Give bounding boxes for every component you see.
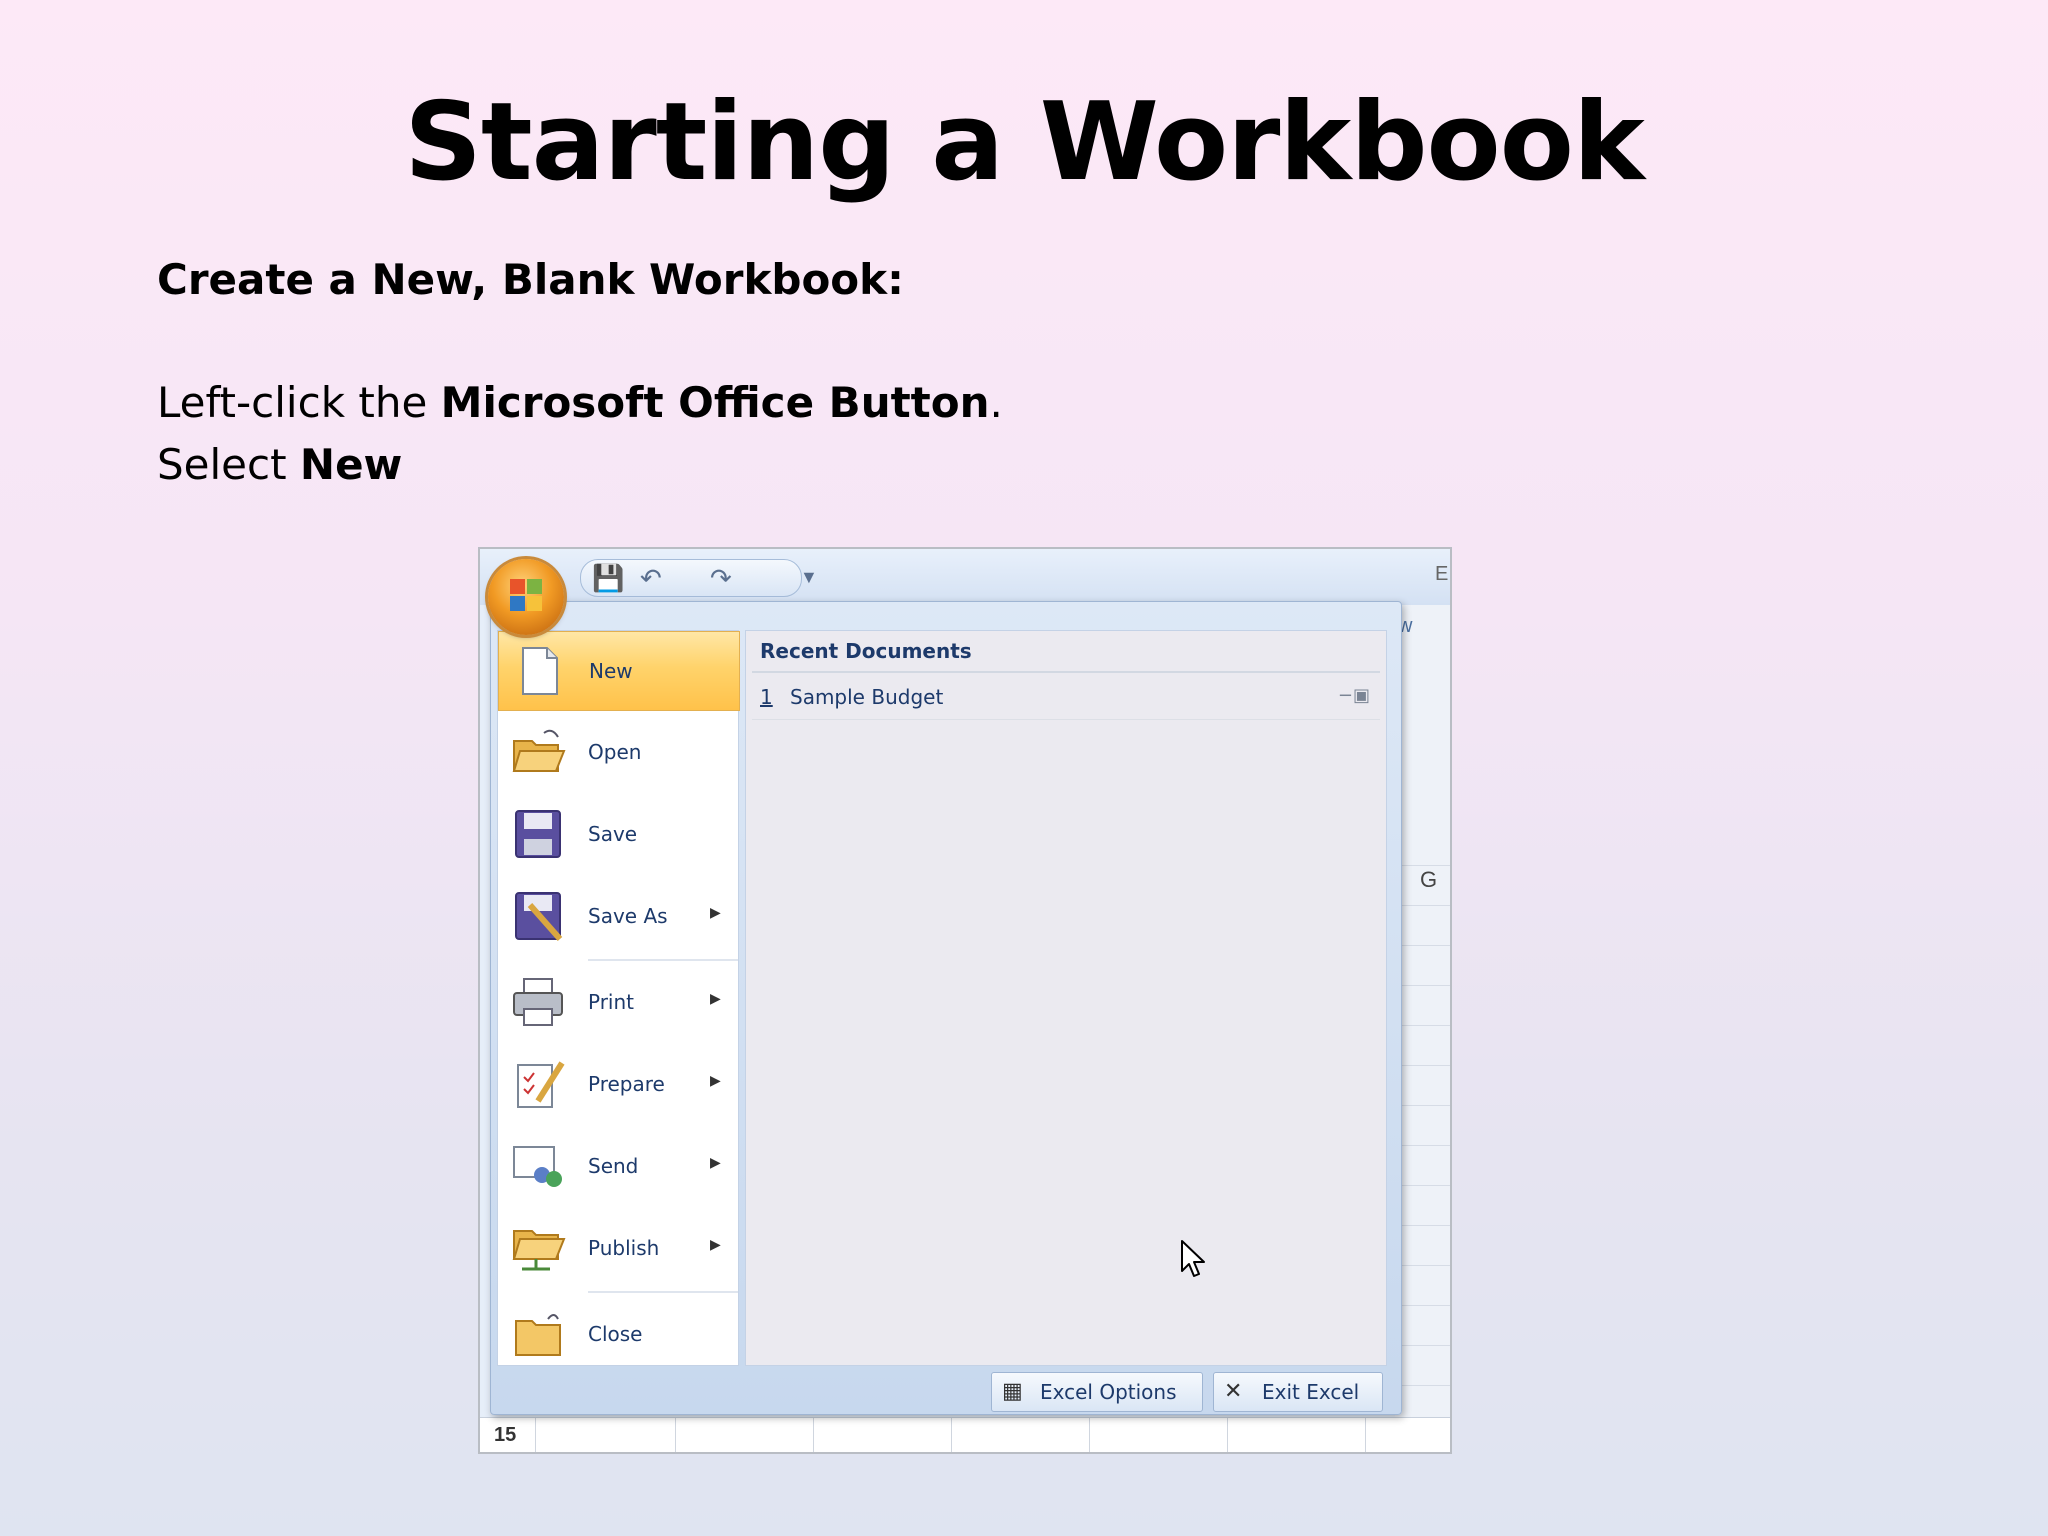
button-label: Exit Excel [1262,1380,1360,1404]
recent-document-name: Sample Budget [790,685,944,709]
office-button[interactable] [488,559,564,635]
menu-item-publish[interactable]: Publish ▶ [498,1209,738,1287]
menu-item-new[interactable]: New [498,631,740,711]
instruction-text: . [989,378,1003,427]
exit-excel-button[interactable]: ✕ Exit Excel [1213,1372,1383,1412]
menu-separator [588,959,738,961]
undo-icon[interactable]: ↶ [640,563,662,594]
menu-item-label: Save [588,822,638,846]
slide-title: Starting a Workbook [404,80,1645,205]
recent-documents-pane: Recent Documents 1 Sample Budget −▣ [745,630,1387,1366]
menu-item-label: New [589,659,633,683]
close-icon: ✕ [1224,1379,1243,1404]
menu-item-print[interactable]: Print ▶ [498,963,738,1041]
instruction-text: Select [157,440,300,489]
column-header-g: G [1420,867,1438,892]
submenu-arrow-icon: ▶ [710,1237,721,1253]
options-icon: ▦ [1002,1379,1023,1404]
pin-icon[interactable]: −▣ [1338,685,1370,706]
recent-documents-heading: Recent Documents [760,639,972,663]
menu-item-label: Print [588,990,635,1014]
divider [752,671,1380,673]
office-logo-icon [510,579,544,613]
row-number: 15 [494,1424,517,1446]
menu-item-save[interactable]: Save [498,795,738,873]
sheet-row: 15 [480,1417,1450,1452]
excel-screenshot: 💾 ↶ ↷ ▼ E w G 15 New Open Save Save As ▶… [478,547,1452,1454]
section-heading: Create a New, Blank Workbook: [157,255,904,304]
instruction-text: Left-click the [157,378,441,427]
instruction-line-2: Select New [157,440,402,489]
menu-item-label: Open [588,740,642,764]
menu-item-label: Send [588,1154,639,1178]
close-folder-icon [515,1314,561,1356]
blank-document-icon [522,647,558,695]
menu-item-close[interactable]: Close [498,1295,738,1373]
instruction-line-1: Left-click the Microsoft Office Button. [157,378,1003,427]
background-sheet [1395,605,1450,1452]
mouse-pointer-icon [1181,1240,1205,1277]
send-icon [513,1146,562,1187]
open-folder-icon [512,729,566,772]
publish-folder-icon [512,1230,566,1271]
menu-item-label: Prepare [588,1072,665,1096]
submenu-arrow-icon: ▶ [710,1155,721,1171]
recent-document-item[interactable]: 1 Sample Budget −▣ [760,685,1370,715]
menu-separator [588,1291,738,1293]
redo-icon[interactable]: ↷ [710,563,732,594]
quick-access-toolbar: 💾 ↶ ↷ ▼ E [480,549,1450,605]
divider [752,719,1380,720]
menu-item-save-as[interactable]: Save As ▶ [498,877,738,955]
menu-item-open[interactable]: Open [498,713,738,791]
submenu-arrow-icon: ▶ [710,905,721,921]
save-icon[interactable]: 💾 [592,563,624,594]
printer-icon [513,978,563,1026]
menu-commands: New Open Save Save As ▶ Print ▶ Prepare … [497,630,740,1366]
menu-item-label: Save As [588,904,668,928]
menu-item-label: Publish [588,1236,660,1260]
submenu-arrow-icon: ▶ [710,991,721,1007]
instruction-emphasis: Microsoft Office Button [440,378,990,427]
save-as-icon [515,892,563,941]
prepare-document-icon [517,1061,565,1108]
recent-document-number: 1 [760,685,773,709]
excel-options-button[interactable]: ▦ Excel Options [991,1372,1203,1412]
menu-item-prepare[interactable]: Prepare ▶ [498,1045,738,1123]
submenu-arrow-icon: ▶ [710,1073,721,1089]
customize-toolbar-icon[interactable]: ▼ [800,567,818,588]
floppy-disk-icon [515,810,561,858]
button-label: Excel Options [1040,1380,1177,1404]
menu-item-label: Close [588,1322,643,1346]
background-ribbon-text: E [1435,563,1449,585]
instruction-emphasis: New [299,440,403,489]
menu-item-send[interactable]: Send ▶ [498,1127,738,1205]
office-menu: New Open Save Save As ▶ Print ▶ Prepare … [490,601,1402,1415]
